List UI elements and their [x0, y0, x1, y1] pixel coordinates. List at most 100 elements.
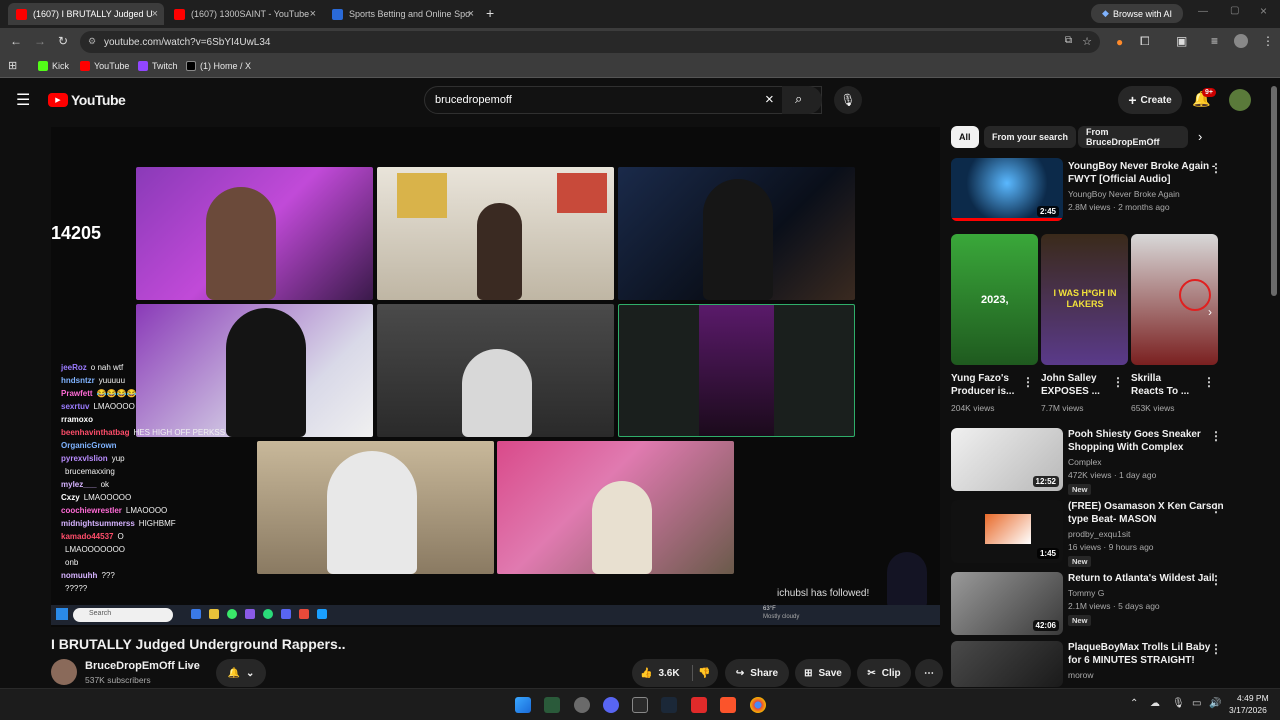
video-thumbnail[interactable]: 2:45	[951, 158, 1063, 221]
video-title[interactable]: (FREE) Osamason X Ken Carson	[1068, 500, 1224, 513]
browser-tab-3[interactable]: Sports Betting and Online Spo ×	[324, 3, 480, 25]
close-icon[interactable]: ×	[152, 8, 158, 20]
minimize-icon[interactable]: —	[1198, 6, 1208, 17]
url-bar[interactable]: ⚙ youtube.com/watch?v=6SbYI4UwL34 ☆ ⧉	[80, 31, 1100, 53]
channel-avatar[interactable]	[51, 659, 77, 685]
forward-arrow-icon[interactable]: →	[34, 34, 46, 48]
save-button[interactable]: ⊞ Save	[795, 659, 851, 687]
close-window-icon[interactable]: ×	[1260, 4, 1267, 18]
chevron-right-icon[interactable]: ›	[1198, 129, 1202, 144]
more-options-icon[interactable]: ⋮	[1210, 429, 1222, 443]
brave-icon[interactable]	[720, 697, 736, 713]
like-count[interactable]: 3.6K	[658, 668, 679, 679]
monitor-icon[interactable]: ▭	[1192, 698, 1201, 709]
capcut-icon[interactable]	[632, 697, 648, 713]
taskbar-time[interactable]: 4:49 PM	[1237, 693, 1269, 703]
share-button[interactable]: ↪ Share	[725, 659, 789, 687]
create-button[interactable]: + Create	[1118, 86, 1182, 114]
bookmark-star-icon[interactable]: ☆	[1082, 35, 1092, 48]
bookmark-youtube[interactable]: YouTube	[80, 61, 129, 71]
channel-name[interactable]: BruceDropEmOff Live	[85, 660, 200, 672]
chrome-icon[interactable]	[750, 697, 766, 713]
short-title[interactable]: John Salley	[1041, 372, 1097, 385]
bookmark-x[interactable]: (1) Home / X	[186, 61, 251, 71]
bookmark-kick[interactable]: Kick	[38, 61, 69, 71]
xbox-icon[interactable]	[544, 697, 560, 713]
reading-list-icon[interactable]: ≡	[1211, 34, 1218, 48]
search-button[interactable]: ⌕	[782, 86, 822, 114]
search-input[interactable]: brucedropemoff ×	[424, 86, 822, 114]
channel-name[interactable]: YoungBoy Never Broke Again	[1068, 189, 1180, 199]
video-title[interactable]: PlaqueBoyMax Trolls Lil Baby	[1068, 641, 1210, 654]
profile-avatar[interactable]	[1234, 34, 1248, 48]
new-tab-button[interactable]: +	[486, 5, 494, 21]
thumbs-up-icon[interactable]: 👍	[640, 668, 652, 679]
channel-name[interactable]: prodby_exqu1sit	[1068, 529, 1130, 539]
video-title[interactable]: Return to Atlanta's Wildest Jail	[1068, 572, 1214, 585]
more-options-icon[interactable]: ⋮	[1210, 642, 1222, 656]
short-thumbnail[interactable]	[1131, 234, 1218, 365]
video-title[interactable]: for 6 MINUTES STRAIGHT!	[1068, 654, 1195, 667]
cast-icon[interactable]: ⧉	[1065, 35, 1072, 46]
voice-search-button[interactable]: 🎙	[834, 86, 862, 114]
chip-from-your-search[interactable]: From your search	[984, 126, 1077, 148]
subscribed-notifications-button[interactable]: 🔔 ⌄	[216, 659, 266, 687]
chip-from-channel[interactable]: From BruceDropEmOff	[1078, 126, 1188, 148]
reload-icon[interactable]: ↻	[58, 34, 68, 48]
short-title[interactable]: Yung Fazo's	[951, 372, 1009, 385]
account-avatar[interactable]	[1229, 89, 1251, 111]
video-title[interactable]: Shopping With Complex	[1068, 441, 1183, 454]
apps-grid-icon[interactable]: ⊞	[8, 59, 17, 72]
video-thumbnail[interactable]: 42:06	[951, 572, 1063, 635]
short-thumbnail[interactable]: I WAS H*GH IN LAKERS	[1041, 234, 1128, 365]
video-thumbnail[interactable]	[951, 641, 1063, 687]
discord-icon[interactable]	[603, 697, 619, 713]
cloud-icon[interactable]: ☁	[1150, 698, 1160, 709]
hamburger-menu-icon[interactable]: ☰	[16, 90, 30, 110]
microphone-tray-icon[interactable]: 🎙	[1172, 698, 1185, 709]
short-title[interactable]: Producer is...	[951, 385, 1014, 398]
channel-name[interactable]: Complex	[1068, 457, 1102, 467]
thumbs-down-icon[interactable]: 👎	[698, 668, 710, 679]
video-title[interactable]: FWYT [Official Audio]	[1068, 173, 1170, 186]
site-info-icon[interactable]: ⚙	[88, 36, 96, 47]
menu-dots-icon[interactable]: ⋮	[1262, 34, 1274, 48]
short-thumbnail[interactable]: 2023,	[951, 234, 1038, 365]
more-options-icon[interactable]: ⋮	[1022, 375, 1034, 389]
sidepanel-icon[interactable]: ▣	[1176, 34, 1187, 48]
clear-search-icon[interactable]: ×	[765, 91, 774, 108]
channel-name[interactable]: Tommy G	[1068, 588, 1104, 598]
video-thumbnail[interactable]: 1:45	[951, 500, 1063, 563]
extension-icon[interactable]: ●	[1116, 35, 1123, 49]
video-title[interactable]: YoungBoy Never Broke Again -	[1068, 160, 1215, 173]
maximize-icon[interactable]: ▢	[1230, 5, 1239, 16]
back-arrow-icon[interactable]: ←	[10, 34, 22, 48]
page-scrollbar[interactable]	[1271, 86, 1277, 296]
video-thumbnail[interactable]: 12:52	[951, 428, 1063, 491]
more-options-icon[interactable]: ⋮	[1210, 161, 1222, 175]
short-title[interactable]: EXPOSES ...	[1041, 385, 1100, 398]
more-options-icon[interactable]: ⋮	[1112, 375, 1124, 389]
adobe-icon[interactable]	[691, 697, 707, 713]
close-icon[interactable]: ×	[468, 8, 474, 20]
video-player[interactable]: 14205 jeeRoz o nah wtf hndsntzr yuuuuu Prawf…	[51, 127, 940, 627]
browser-tab-2[interactable]: (1607) 1300SAINT - YouTube ×	[166, 3, 322, 25]
steam-icon[interactable]	[661, 697, 677, 713]
bookmark-twitch[interactable]: Twitch	[138, 61, 178, 71]
close-icon[interactable]: ×	[310, 8, 316, 20]
settings-icon[interactable]	[574, 697, 590, 713]
more-actions-button[interactable]: ⋯	[915, 659, 943, 687]
browse-with-ai-button[interactable]: ◆ Browse with AI	[1091, 4, 1183, 23]
volume-icon[interactable]: 🔊	[1209, 698, 1221, 709]
more-options-icon[interactable]: ⋮	[1210, 573, 1222, 587]
chevron-right-icon[interactable]: ›	[1208, 305, 1212, 319]
youtube-logo[interactable]: ▶ YouTube	[48, 92, 126, 108]
video-title[interactable]: Pooh Shiesty Goes Sneaker	[1068, 428, 1201, 441]
more-options-icon[interactable]: ⋮	[1203, 375, 1215, 389]
chevron-up-icon[interactable]: ⌃	[1130, 698, 1138, 709]
video-title[interactable]: type Beat- MASON	[1068, 513, 1156, 526]
more-options-icon[interactable]: ⋮	[1210, 501, 1222, 515]
short-title[interactable]: Reacts To ...	[1131, 385, 1189, 398]
channel-name[interactable]: morow	[1068, 670, 1094, 680]
taskbar-date[interactable]: 3/17/2026	[1229, 705, 1267, 715]
